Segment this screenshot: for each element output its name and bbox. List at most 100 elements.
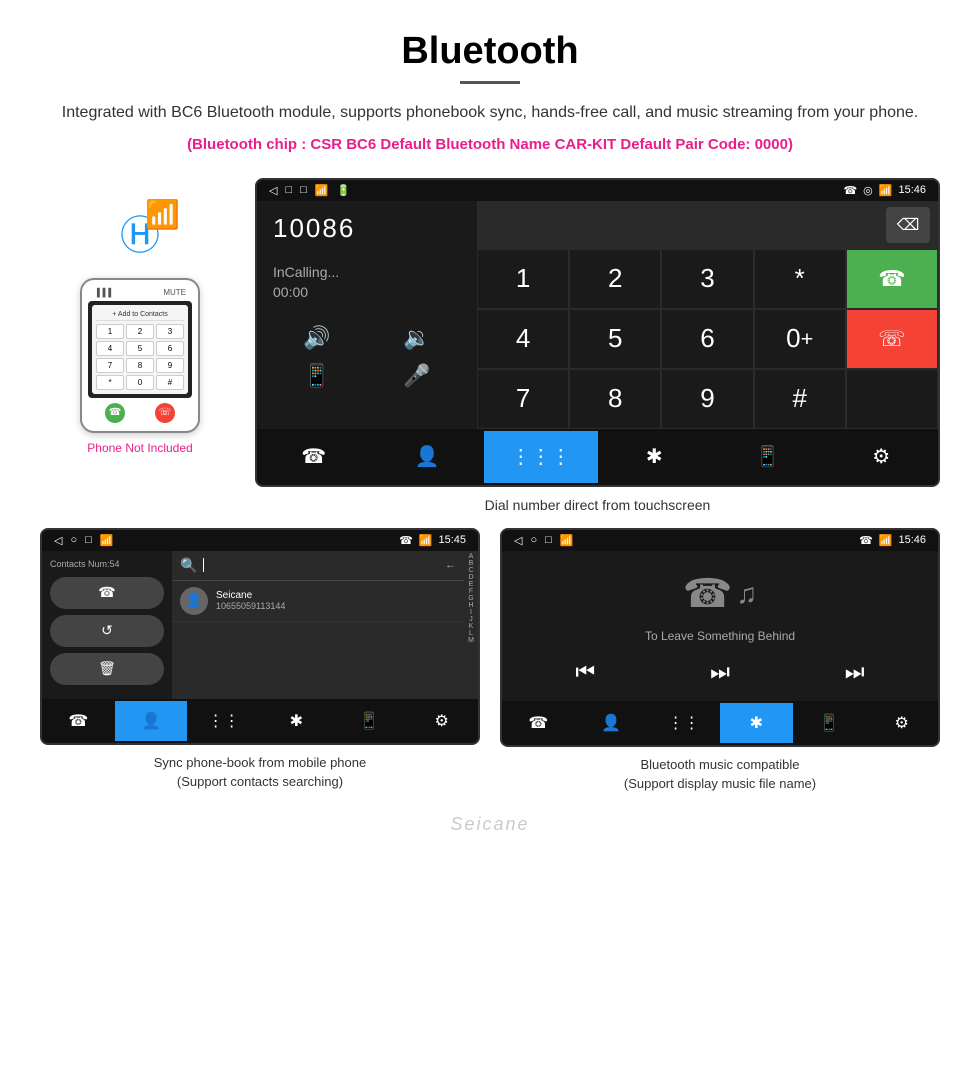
page-title: Bluetooth [60, 30, 920, 73]
alpha-c[interactable]: C [468, 567, 473, 574]
alpha-k[interactable]: K [469, 623, 474, 630]
key-1[interactable]: 1 [477, 249, 569, 309]
key-star[interactable]: * [754, 249, 846, 309]
key-6[interactable]: 6 [156, 341, 184, 356]
c-nav-settings[interactable]: ⚙ [405, 701, 478, 741]
prev-track-button[interactable]: ⏮ [575, 659, 595, 685]
hangup-button[interactable]: ☏ [846, 309, 938, 369]
m-nav-phone[interactable]: ☎ [502, 703, 575, 743]
dialer-right-panel: ⌫ 1 2 3 * ☎ 4 5 6 0+ ☏ 7 [477, 201, 938, 429]
alpha-e[interactable]: E [469, 581, 474, 588]
m-nav-dialpad[interactable]: ⋮⋮ [647, 703, 720, 743]
key-2[interactable]: 2 [126, 324, 154, 339]
key-1[interactable]: 1 [96, 324, 124, 339]
key-0[interactable]: 0 [126, 375, 154, 390]
phone-hangup-button[interactable]: ☏ [155, 403, 175, 423]
contacts-right-panel: 🔍 ← 👤 Seicane 10655059113144 [172, 551, 464, 699]
key-star[interactable]: * [96, 375, 124, 390]
keypad-grid: 1 2 3 * ☎ 4 5 6 0+ ☏ 7 8 9 # [477, 249, 938, 429]
contacts-screen: ◁ ○ □ 📶 ☎ 📶 15:45 Contacts Num:54 ☎ ↺ [40, 528, 480, 745]
c-nav-contacts[interactable]: 👤 [115, 701, 188, 741]
key-8[interactable]: 8 [126, 358, 154, 373]
alpha-i[interactable]: I [470, 609, 472, 616]
music-icon-area: ☎ ♫ [683, 571, 758, 617]
key-hash[interactable]: # [156, 375, 184, 390]
contacts-screen-wrap: ◁ ○ □ 📶 ☎ 📶 15:45 Contacts Num:54 ☎ ↺ [40, 528, 480, 794]
m-nav-contacts[interactable]: 👤 [575, 703, 648, 743]
transfer-icon[interactable]: 📱 [273, 363, 361, 389]
contact-number: 10655059113144 [216, 601, 456, 611]
c-nav-phone[interactable]: ☎ [42, 701, 115, 741]
contacts-delete-btn[interactable]: 🗑 [50, 653, 164, 685]
key-hash[interactable]: # [754, 369, 846, 429]
back-icon[interactable]: ◁ [269, 184, 277, 197]
nav-dialpad[interactable]: ⋮⋮⋮ [484, 431, 598, 483]
key-3[interactable]: 3 [156, 324, 184, 339]
key-4[interactable]: 4 [477, 309, 569, 369]
alpha-b[interactable]: B [469, 560, 474, 567]
key-2[interactable]: 2 [569, 249, 661, 309]
key-5[interactable]: 5 [126, 341, 154, 356]
add-contacts-label: + Add to Contacts [96, 309, 184, 321]
backspace-button[interactable]: ⌫ [886, 207, 930, 243]
status-bar-main: ◁ □ □ 📶 🔋 ☎ ◎ 📶 15:46 [257, 180, 938, 201]
alpha-l[interactable]: L [469, 630, 473, 637]
alpha-m[interactable]: M [468, 637, 474, 644]
c-nav-transfer[interactable]: 📱 [333, 701, 406, 741]
contact-list-item[interactable]: 👤 Seicane 10655059113144 [172, 581, 464, 622]
key-6[interactable]: 6 [661, 309, 753, 369]
next-track-button[interactable]: ⏭ [845, 659, 865, 685]
m-home-icon[interactable]: ○ [530, 534, 537, 546]
header-section: Bluetooth Integrated with BC6 Bluetooth … [0, 0, 980, 168]
nav-phone-transfer[interactable]: ☎ [257, 431, 371, 483]
alpha-j[interactable]: J [469, 616, 473, 623]
volume-up-icon[interactable]: 🔊 [273, 325, 361, 351]
contacts-search-bar[interactable]: 🔍 ← [172, 551, 464, 581]
recents-icon[interactable]: □ [300, 184, 307, 196]
nav-transfer2[interactable]: 📱 [711, 431, 825, 483]
nav-contacts[interactable]: 👤 [371, 431, 485, 483]
music-phone-icon: ☎ [683, 571, 733, 617]
play-pause-button[interactable]: ⏭ [710, 659, 730, 685]
alpha-a[interactable]: A [469, 553, 474, 560]
m-nav-bluetooth[interactable]: ✱ [720, 703, 793, 743]
nav-settings[interactable]: ⚙ [825, 431, 939, 483]
alpha-sidebar: A B C D E F G H I J K L M [464, 551, 478, 699]
c-nav-bluetooth[interactable]: ✱ [260, 701, 333, 741]
phone-call-button[interactable]: ☎ [105, 403, 125, 423]
home-icon[interactable]: □ [285, 184, 292, 196]
key-3[interactable]: 3 [661, 249, 753, 309]
nav-bluetooth[interactable]: ✱ [598, 431, 712, 483]
c-nav-dialpad[interactable]: ⋮⋮ [187, 701, 260, 741]
key-7[interactable]: 7 [477, 369, 569, 429]
key-8[interactable]: 8 [569, 369, 661, 429]
mic-icon[interactable]: 🎤 [373, 363, 461, 389]
contacts-sync-btn[interactable]: ↺ [50, 615, 164, 647]
m-nav-transfer[interactable]: 📱 [793, 703, 866, 743]
alpha-f[interactable]: F [469, 588, 473, 595]
battery-icon: 🔋 [336, 184, 350, 197]
m-back-icon[interactable]: ◁ [514, 534, 522, 547]
key-9[interactable]: 9 [661, 369, 753, 429]
volume-down-icon[interactable]: 🔉 [373, 325, 461, 351]
c-recents-icon[interactable]: □ [85, 534, 92, 546]
dialer-number-display: 10086 [273, 213, 461, 244]
phone-status-icon: ☎ [843, 184, 857, 197]
key-0plus[interactable]: 0+ [754, 309, 846, 369]
alpha-h[interactable]: H [468, 602, 473, 609]
key-4[interactable]: 4 [96, 341, 124, 356]
signal-waves-icon: 📶 [145, 198, 180, 231]
call-button[interactable]: ☎ [846, 249, 938, 309]
key-7[interactable]: 7 [96, 358, 124, 373]
dialer-input-field[interactable] [485, 207, 886, 243]
c-home-icon[interactable]: ○ [70, 534, 77, 546]
alpha-g[interactable]: G [468, 595, 473, 602]
key-9[interactable]: 9 [156, 358, 184, 373]
c-back-icon[interactable]: ◁ [54, 534, 62, 547]
contacts-status-bar: ◁ ○ □ 📶 ☎ 📶 15:45 [42, 530, 478, 551]
contacts-call-btn[interactable]: ☎ [50, 577, 164, 609]
m-recents-icon[interactable]: □ [545, 534, 552, 546]
m-nav-settings[interactable]: ⚙ [865, 703, 938, 743]
alpha-d[interactable]: D [468, 574, 473, 581]
key-5[interactable]: 5 [569, 309, 661, 369]
